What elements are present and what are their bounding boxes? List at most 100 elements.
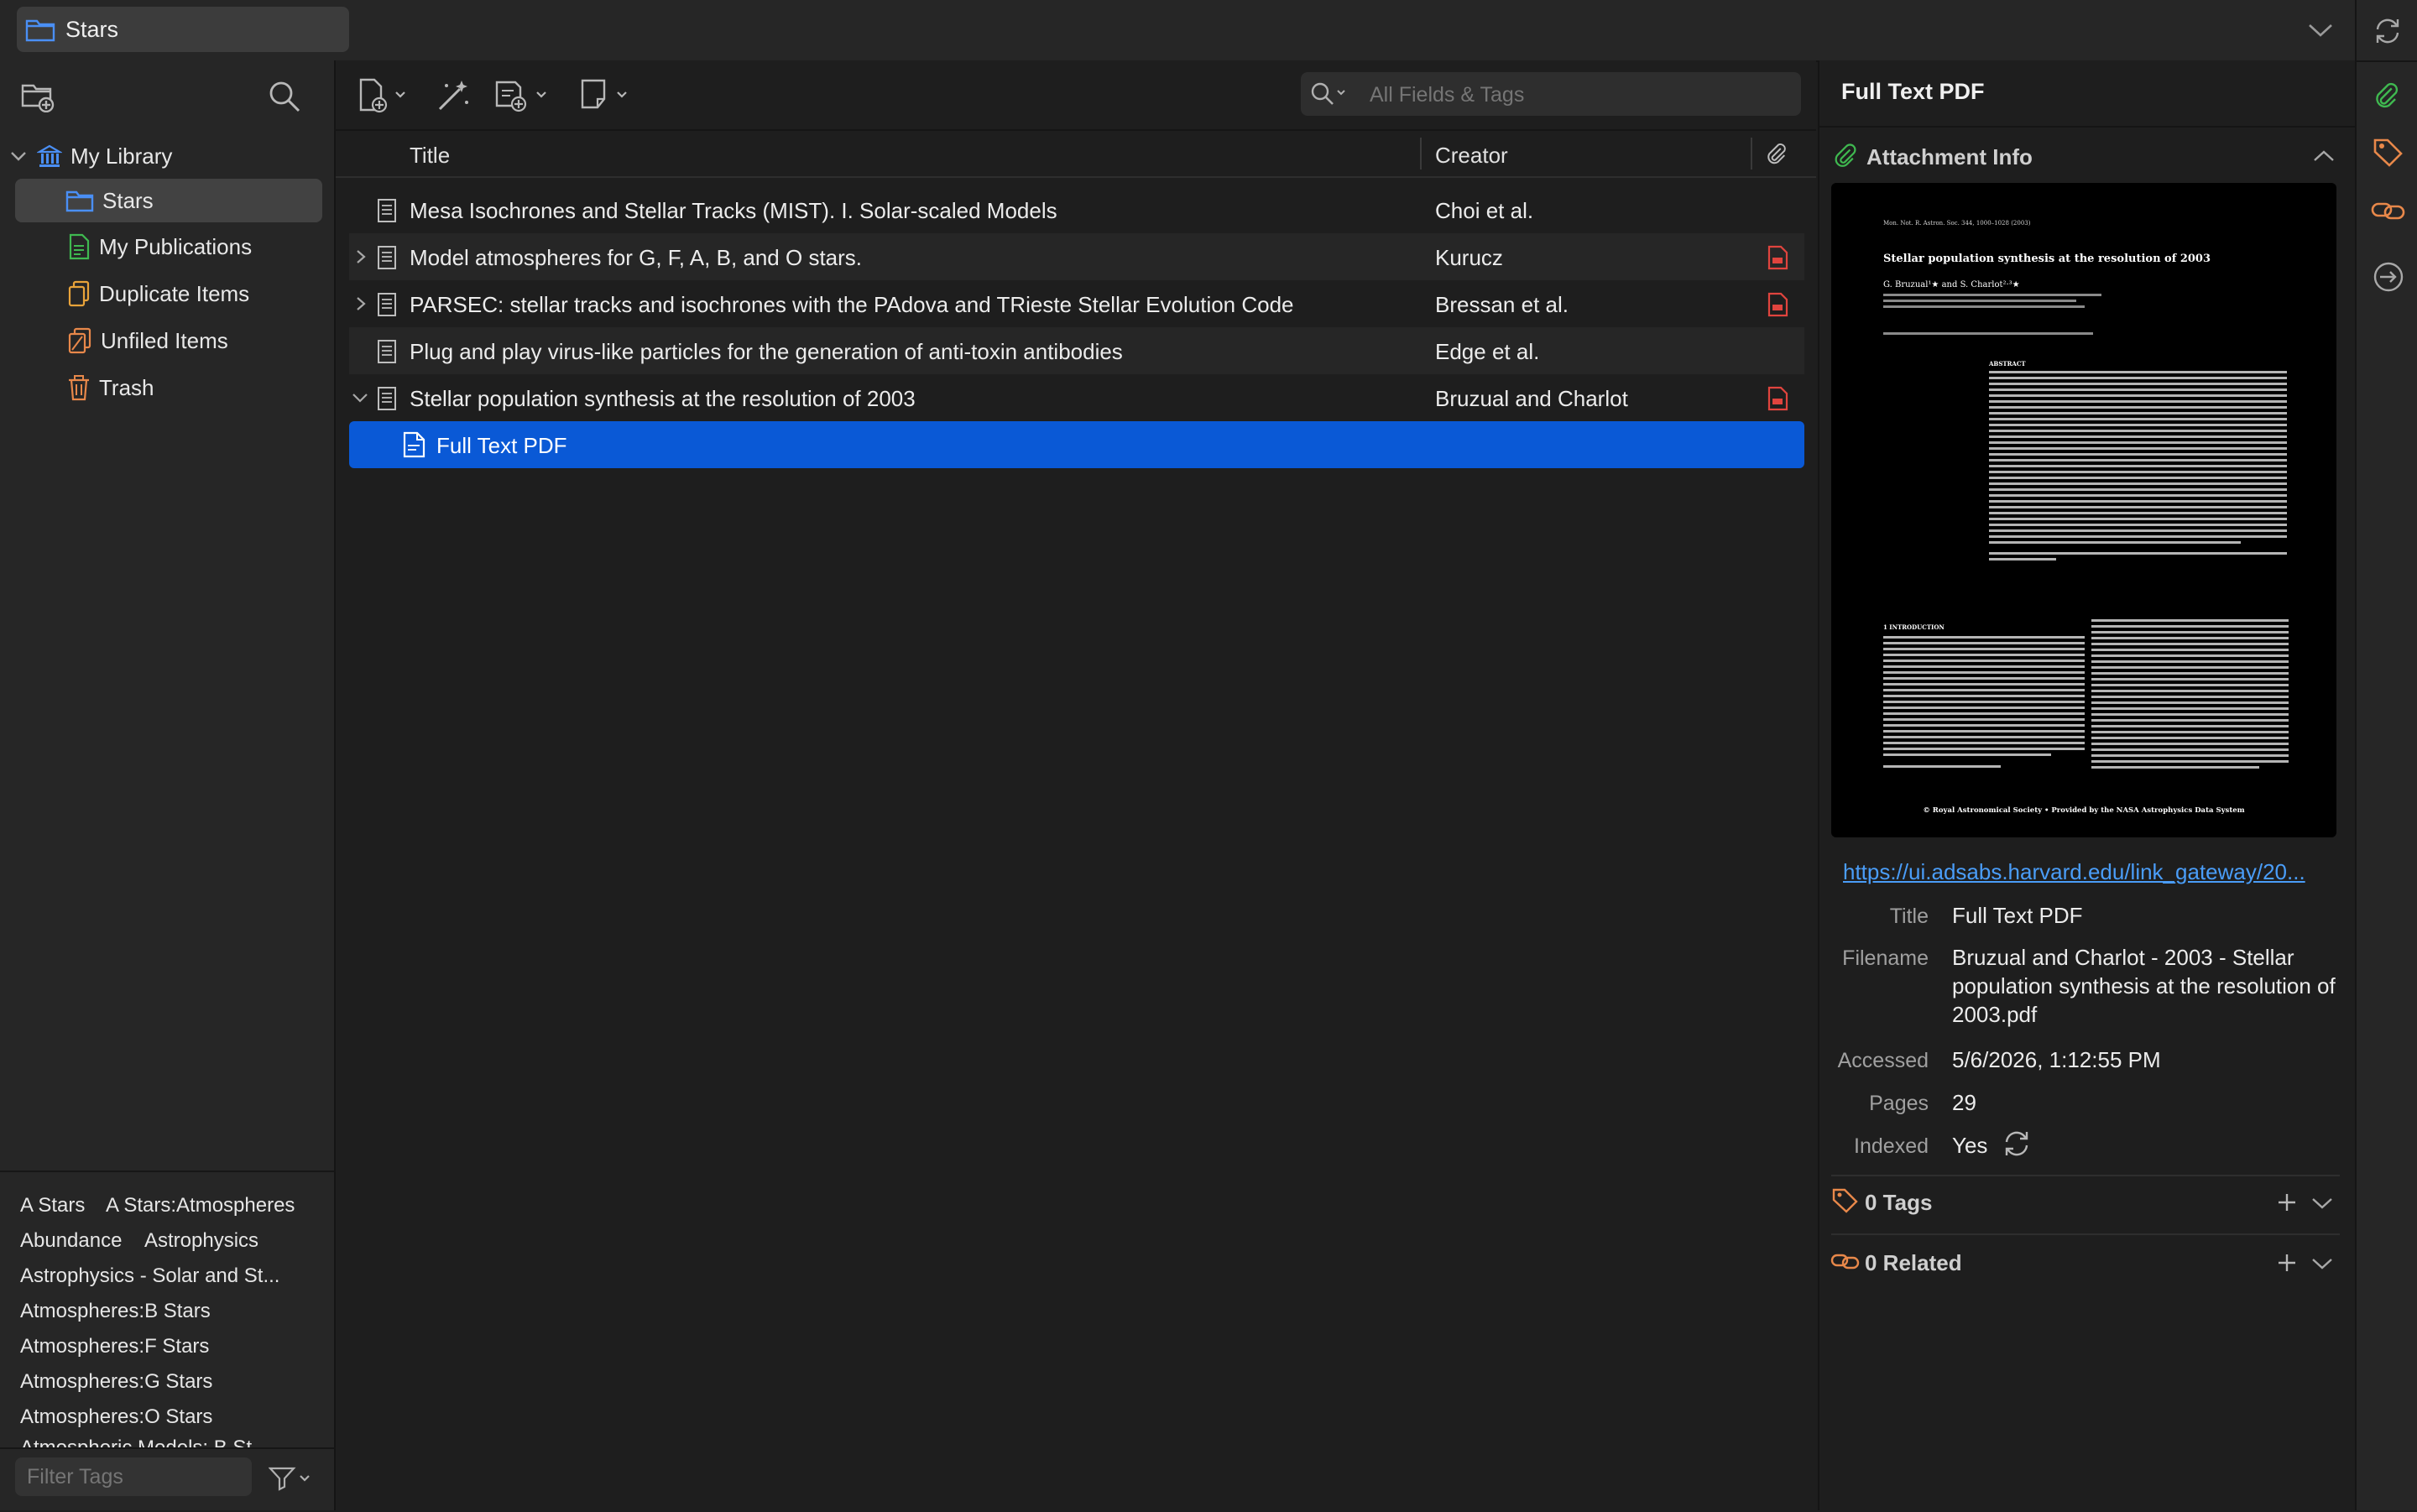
item-title: PARSEC: stellar tracks and isochrones wi… xyxy=(410,292,1294,317)
chevron-down-icon[interactable] xyxy=(351,391,369,404)
indexed-value: Yes xyxy=(1952,1133,1988,1158)
column-creator[interactable]: Creator xyxy=(1435,143,1508,169)
divider xyxy=(1819,126,2355,128)
column-divider[interactable] xyxy=(1751,138,1752,169)
table-row[interactable]: Model atmospheres for G, F, A, B, and O … xyxy=(349,233,1804,280)
chevron-down-icon[interactable] xyxy=(2310,1195,2335,1212)
attachment-info-nav-icon[interactable] xyxy=(2372,81,2405,114)
attachment-url-link[interactable]: https://ui.adsabs.harvard.edu/link_gatew… xyxy=(1843,859,2335,885)
tree-item-my-library[interactable]: My Library xyxy=(8,134,316,178)
tree-item-trash[interactable]: Trash xyxy=(15,366,322,409)
pdf-preview[interactable]: Mon. Not. R. Astron. Soc. 344, 1000–1028… xyxy=(1831,183,2336,837)
pdf-icon[interactable] xyxy=(1766,292,1789,317)
pdf-authors: G. Bruzual¹★ and S. Charlot²·³★ xyxy=(1883,280,2020,289)
search-icon[interactable] xyxy=(1309,81,1356,109)
new-item-icon[interactable] xyxy=(358,77,411,114)
search-box[interactable] xyxy=(1301,72,1801,117)
pdf-icon[interactable] xyxy=(1766,245,1789,270)
tags-section-heading[interactable]: 0 Tags xyxy=(1865,1190,1932,1216)
add-attachment-icon[interactable] xyxy=(493,77,554,114)
pdf-intro-heading: 1 INTRODUCTION xyxy=(1883,623,1945,631)
tag-item[interactable]: A Stars xyxy=(20,1194,85,1217)
column-divider[interactable] xyxy=(1420,138,1422,169)
paperclip-icon[interactable] xyxy=(1764,141,1791,168)
filter-icon[interactable] xyxy=(269,1466,312,1491)
library-title-button[interactable]: Stars xyxy=(17,7,349,52)
new-note-icon[interactable] xyxy=(579,77,633,114)
folder-icon xyxy=(65,189,94,212)
related-nav-icon[interactable] xyxy=(2370,196,2407,225)
search-input[interactable] xyxy=(1368,72,1791,117)
tag-item[interactable]: Astrophysics - Solar and St... xyxy=(20,1264,279,1288)
table-row[interactable]: Stellar population synthesis at the reso… xyxy=(349,374,1804,421)
pdf-footer: © Royal Astronomical Society • Provided … xyxy=(1923,806,2244,815)
table-row[interactable]: Plug and play virus-like particles for t… xyxy=(349,327,1804,374)
top-bar: Stars xyxy=(0,0,2355,62)
attachment-info-heading[interactable]: Attachment Info xyxy=(1866,144,2033,170)
tag-filter-bar xyxy=(0,1447,334,1512)
item-creator: Choi et al. xyxy=(1435,198,1534,223)
table-row[interactable]: Mesa Isochrones and Stellar Tracks (MIST… xyxy=(349,186,1804,233)
tag-item[interactable]: Atmospheres:O Stars xyxy=(20,1405,212,1429)
column-header: Title Creator xyxy=(336,131,1816,178)
accessed-label: Accessed xyxy=(1837,1049,1929,1072)
pdf-title: Stellar population synthesis at the reso… xyxy=(1883,253,2211,265)
chevron-right-icon[interactable] xyxy=(354,295,368,312)
filename-value[interactable]: Bruzual and Charlot - 2003 - Stellar pop… xyxy=(1952,943,2338,1029)
chevron-right-icon[interactable] xyxy=(354,248,368,265)
tag-item[interactable]: Atmospheres:F Stars xyxy=(20,1335,209,1358)
pdf-attachment-icon xyxy=(401,431,426,458)
tag-selector: A Stars A Stars:Atmospheres Abundance As… xyxy=(0,1170,334,1449)
tag-item[interactable]: Atmospheres:B Stars xyxy=(20,1300,211,1323)
tree-item-unfiled-items[interactable]: Unfiled Items xyxy=(15,319,322,362)
sync-icon[interactable] xyxy=(2372,15,2404,47)
chevron-down-icon[interactable] xyxy=(2306,18,2335,40)
side-navigation xyxy=(2355,0,2417,1510)
add-icon[interactable] xyxy=(2276,1191,2298,1213)
pdf-icon[interactable] xyxy=(1766,386,1789,411)
locate-icon[interactable] xyxy=(2372,260,2405,294)
related-icon xyxy=(1830,1249,1861,1274)
title-value[interactable]: Full Text PDF xyxy=(1952,901,2338,930)
reindex-icon[interactable] xyxy=(2001,1128,2033,1160)
indexed-label: Indexed xyxy=(1854,1134,1929,1158)
duplicate-icon xyxy=(67,280,91,307)
attachment-info-body: https://ui.adsabs.harvard.edu/link_gatew… xyxy=(1818,847,2353,1317)
new-collection-icon[interactable] xyxy=(20,81,55,112)
item-creator: Bressan et al. xyxy=(1435,292,1569,317)
filter-tags-input[interactable] xyxy=(15,1457,252,1496)
chevron-down-icon[interactable] xyxy=(2310,1255,2335,1272)
item-title: Full Text PDF xyxy=(436,433,567,458)
tag-item[interactable]: Atmospheres:G Stars xyxy=(20,1370,212,1394)
pdf-abstract-heading: ABSTRACT xyxy=(1988,360,2026,368)
tag-item[interactable]: Abundance xyxy=(20,1229,122,1253)
table-row-selected[interactable]: Full Text PDF xyxy=(349,421,1804,468)
divider xyxy=(2357,60,2417,62)
tags-nav-icon[interactable] xyxy=(2372,136,2405,169)
item-creator: Edge et al. xyxy=(1435,339,1540,364)
item-title: Stellar population synthesis at the reso… xyxy=(410,386,916,411)
item-title: Mesa Isochrones and Stellar Tracks (MIST… xyxy=(410,198,1057,223)
items-pane: Title Creator Mesa Isochrones and Stella… xyxy=(336,60,1816,1510)
magic-wand-icon[interactable] xyxy=(435,77,472,114)
document-icon xyxy=(376,245,398,270)
add-icon[interactable] xyxy=(2276,1252,2298,1274)
table-row[interactable]: PARSEC: stellar tracks and isochrones wi… xyxy=(349,280,1804,327)
chevron-up-icon[interactable] xyxy=(2311,148,2336,164)
tree-item-label: Stars xyxy=(102,187,154,213)
tree-item-label: My Publications xyxy=(99,233,253,259)
item-creator: Kurucz xyxy=(1435,245,1503,270)
accessed-value: 5/6/2026, 1:12:55 PM xyxy=(1952,1047,2161,1072)
attachment-icon xyxy=(1833,143,1861,171)
related-section-heading[interactable]: 0 Related xyxy=(1865,1250,1962,1276)
chevron-down-icon[interactable] xyxy=(8,148,29,164)
tree-item-stars[interactable]: Stars xyxy=(15,179,322,222)
tag-item[interactable]: A Stars:Atmospheres xyxy=(106,1194,295,1217)
tree-item-my-publications[interactable]: My Publications xyxy=(15,225,322,269)
tree-item-duplicate-items[interactable]: Duplicate Items xyxy=(15,272,322,315)
tree-item-label: Trash xyxy=(99,374,154,400)
column-title[interactable]: Title xyxy=(410,143,450,169)
tag-item[interactable]: Astrophysics xyxy=(144,1229,258,1253)
search-icon[interactable] xyxy=(267,79,302,114)
trash-icon xyxy=(67,374,91,401)
